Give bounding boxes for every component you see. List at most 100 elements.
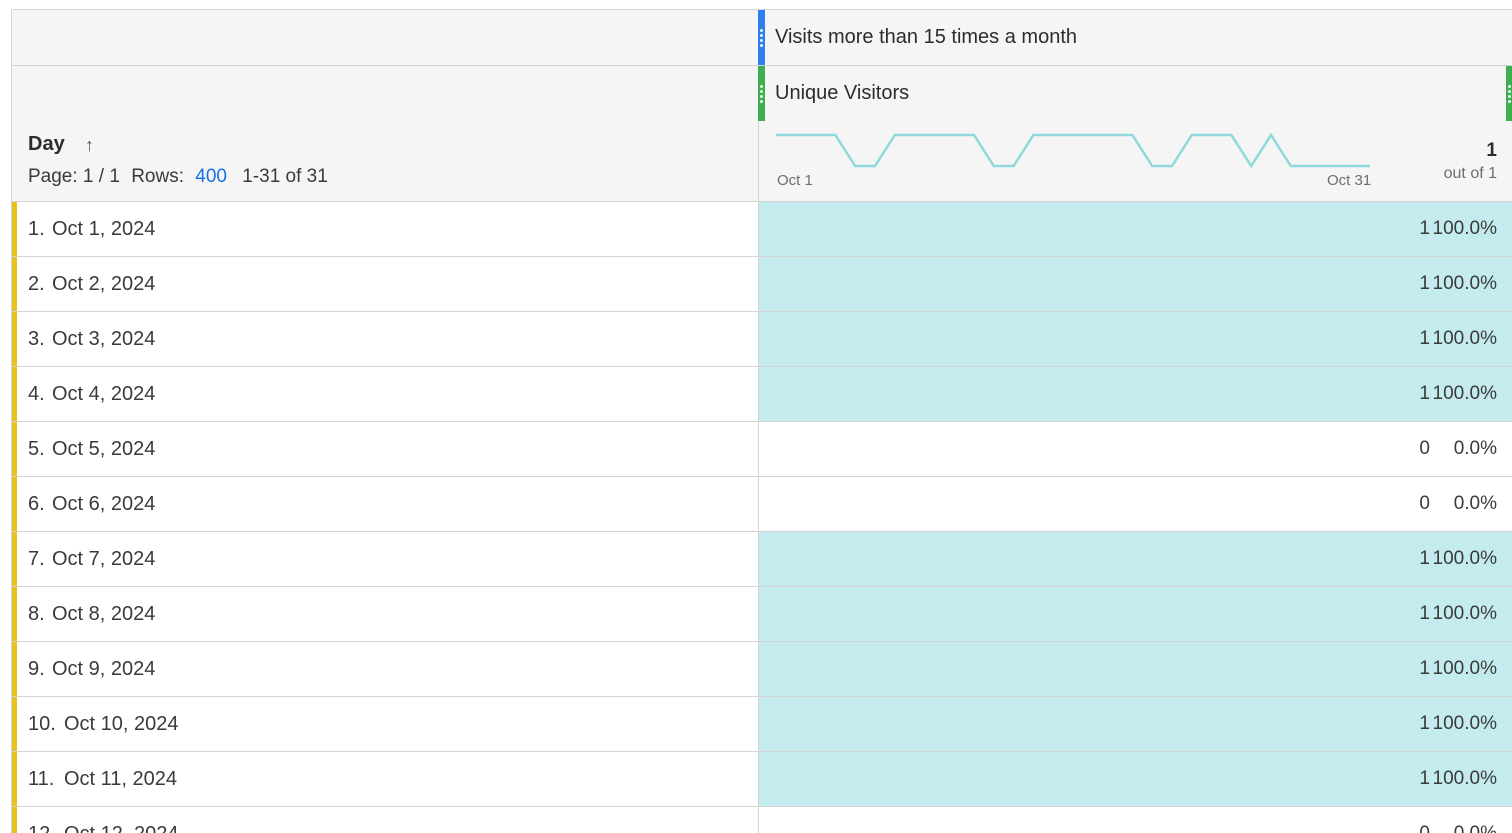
metric-percent: 100.0% [1432,218,1497,239]
metric-resize-handle[interactable] [1506,66,1512,121]
metric-cell[interactable]: 1 100.0% [759,587,1512,641]
row-date[interactable]: Oct 11, 2024 [64,768,177,791]
row-index: 8. [28,603,45,625]
table-row[interactable]: 9. Oct 9, 2024 1 100.0% [12,642,1512,697]
metric-value: 0 [1419,438,1430,459]
dimension-cell[interactable]: 2. Oct 2, 2024 [12,257,759,311]
row-date[interactable]: Oct 3, 2024 [52,328,155,351]
metric-cell[interactable]: 1 100.0% [759,257,1512,311]
metric-cell[interactable]: 1 100.0% [759,532,1512,586]
table-row[interactable]: 3. Oct 3, 2024 1 100.0% [12,312,1512,367]
metric-percent: 100.0% [1432,548,1497,569]
row-selection-marker [12,752,17,806]
segment-row-visits: Visits more than 15 times a month [12,10,1512,66]
row-date[interactable]: Oct 5, 2024 [52,438,155,461]
table-row[interactable]: 1. Oct 1, 2024 1 100.0% [12,202,1512,257]
dimension-cell[interactable]: 12.Oct 12, 2024 [12,807,759,833]
row-date[interactable]: Oct 7, 2024 [52,548,155,571]
dimension-cell[interactable]: 11. Oct 11, 2024 [12,752,759,806]
table-row[interactable]: 4. Oct 4, 2024 1 100.0% [12,367,1512,422]
segment-label-visits[interactable]: Visits more than 15 times a month [775,10,1077,65]
segment-drag-handle[interactable] [758,10,765,65]
sparkline-line [776,132,1370,169]
row-date[interactable]: Oct 4, 2024 [52,383,155,406]
arrow-up-icon[interactable]: ↑ [85,135,94,156]
metric-value: 1 [1419,548,1430,569]
metric-value: 1 [1419,603,1430,624]
row-index: 7. [28,548,45,570]
row-index: 11. [28,768,55,790]
metric-total-value: 1 [1486,140,1497,161]
metric-value: 1 [1419,768,1430,789]
dimension-cell[interactable]: 8. Oct 8, 2024 [12,587,759,641]
row-selection-marker [12,807,17,833]
freeform-table: Visits more than 15 times a month Unique… [11,9,1512,833]
page-label: Page: 1 / 1 [28,166,120,187]
row-index: 6. [28,493,45,515]
row-selection-marker [12,367,17,421]
row-index: 10. [28,713,56,735]
metric-value: 1 [1419,273,1430,294]
metric-percent: 0.0% [1453,438,1497,459]
metric-drag-handle[interactable] [758,66,765,121]
row-selection-marker [12,422,17,476]
metric-cell[interactable]: 1 100.0% [759,752,1512,806]
metric-percent: 100.0% [1432,383,1497,404]
dimension-cell[interactable]: 9. Oct 9, 2024 [12,642,759,696]
row-date[interactable]: Oct 8, 2024 [52,603,155,626]
dimension-cell[interactable]: 4. Oct 4, 2024 [12,367,759,421]
metric-value: 1 [1419,383,1430,404]
metric-percent: 100.0% [1432,273,1497,294]
row-date[interactable]: Oct 1, 2024 [52,218,155,241]
rows-per-page-link[interactable]: 400 [195,166,227,187]
table-row[interactable]: 11. Oct 11, 2024 1 100.0% [12,752,1512,807]
metric-cell[interactable]: 0 0.0% [759,477,1512,531]
metric-total-subtext: out of 1 [1443,165,1497,182]
row-range-label: 1-31 of 31 [242,166,328,187]
row-date[interactable]: Oct 10, 2024 [64,713,179,736]
dimension-cell[interactable]: 5. Oct 5, 2024 [12,422,759,476]
metric-percent: 0.0% [1453,493,1497,514]
row-date[interactable]: Oct 6, 2024 [52,493,155,516]
row-date[interactable]: Oct 9, 2024 [52,658,155,681]
metric-cell[interactable]: 1 100.0% [759,367,1512,421]
metric-value: 0 [1419,493,1430,514]
row-selection-marker [12,587,17,641]
metric-cell[interactable]: 1 100.0% [759,697,1512,751]
metric-percent: 100.0% [1432,658,1497,679]
metric-cell[interactable]: 0 0.0% [759,422,1512,476]
header-blank-cell [12,10,759,65]
dimension-cell[interactable]: 7. Oct 7, 2024 [12,532,759,586]
metric-cell[interactable]: 00.0% [759,807,1512,833]
table-row[interactable]: 6. Oct 6, 2024 0 0.0% [12,477,1512,532]
metric-value: 1 [1419,218,1430,239]
row-date[interactable]: Oct 2, 2024 [52,273,155,296]
dimension-cell[interactable]: 6. Oct 6, 2024 [12,477,759,531]
dimension-cell[interactable]: 10. Oct 10, 2024 [12,697,759,751]
table-row[interactable]: 2. Oct 2, 2024 1 100.0% [12,257,1512,312]
metric-percent: 100.0% [1432,768,1497,789]
metric-cell[interactable]: 1 100.0% [759,312,1512,366]
metric-value: 1 [1419,328,1430,349]
metric-percent: 100.0% [1432,328,1497,349]
row-index: 5. [28,438,45,460]
metric-percent: 100.0% [1432,603,1497,624]
row-selection-marker [12,697,17,751]
metric-cell[interactable]: 1 100.0% [759,202,1512,256]
segment-row-unique-visitors: Unique Visitors [12,66,1512,122]
dimension-cell[interactable]: 1. Oct 1, 2024 [12,202,759,256]
row-selection-marker [12,477,17,531]
table-row[interactable]: 8. Oct 8, 2024 1 100.0% [12,587,1512,642]
sparkline-end-label: Oct 31 [1327,172,1372,189]
dimension-cell[interactable]: 3. Oct 3, 2024 [12,312,759,366]
table-row[interactable]: 10. Oct 10, 2024 1 100.0% [12,697,1512,752]
dimension-title[interactable]: Day [28,133,65,156]
row-selection-marker [12,642,17,696]
table-row[interactable]: 7. Oct 7, 2024 1 100.0% [12,532,1512,587]
table-row[interactable]: 5. Oct 5, 2024 0 0.0% [12,422,1512,477]
metric-cell[interactable]: 1 100.0% [759,642,1512,696]
table-row[interactable]: 12.Oct 12, 202400.0% [12,807,1512,833]
metric-label-unique-visitors[interactable]: Unique Visitors [775,66,909,121]
metric-value: 1 [1419,713,1430,734]
header-blank-cell [12,66,759,121]
